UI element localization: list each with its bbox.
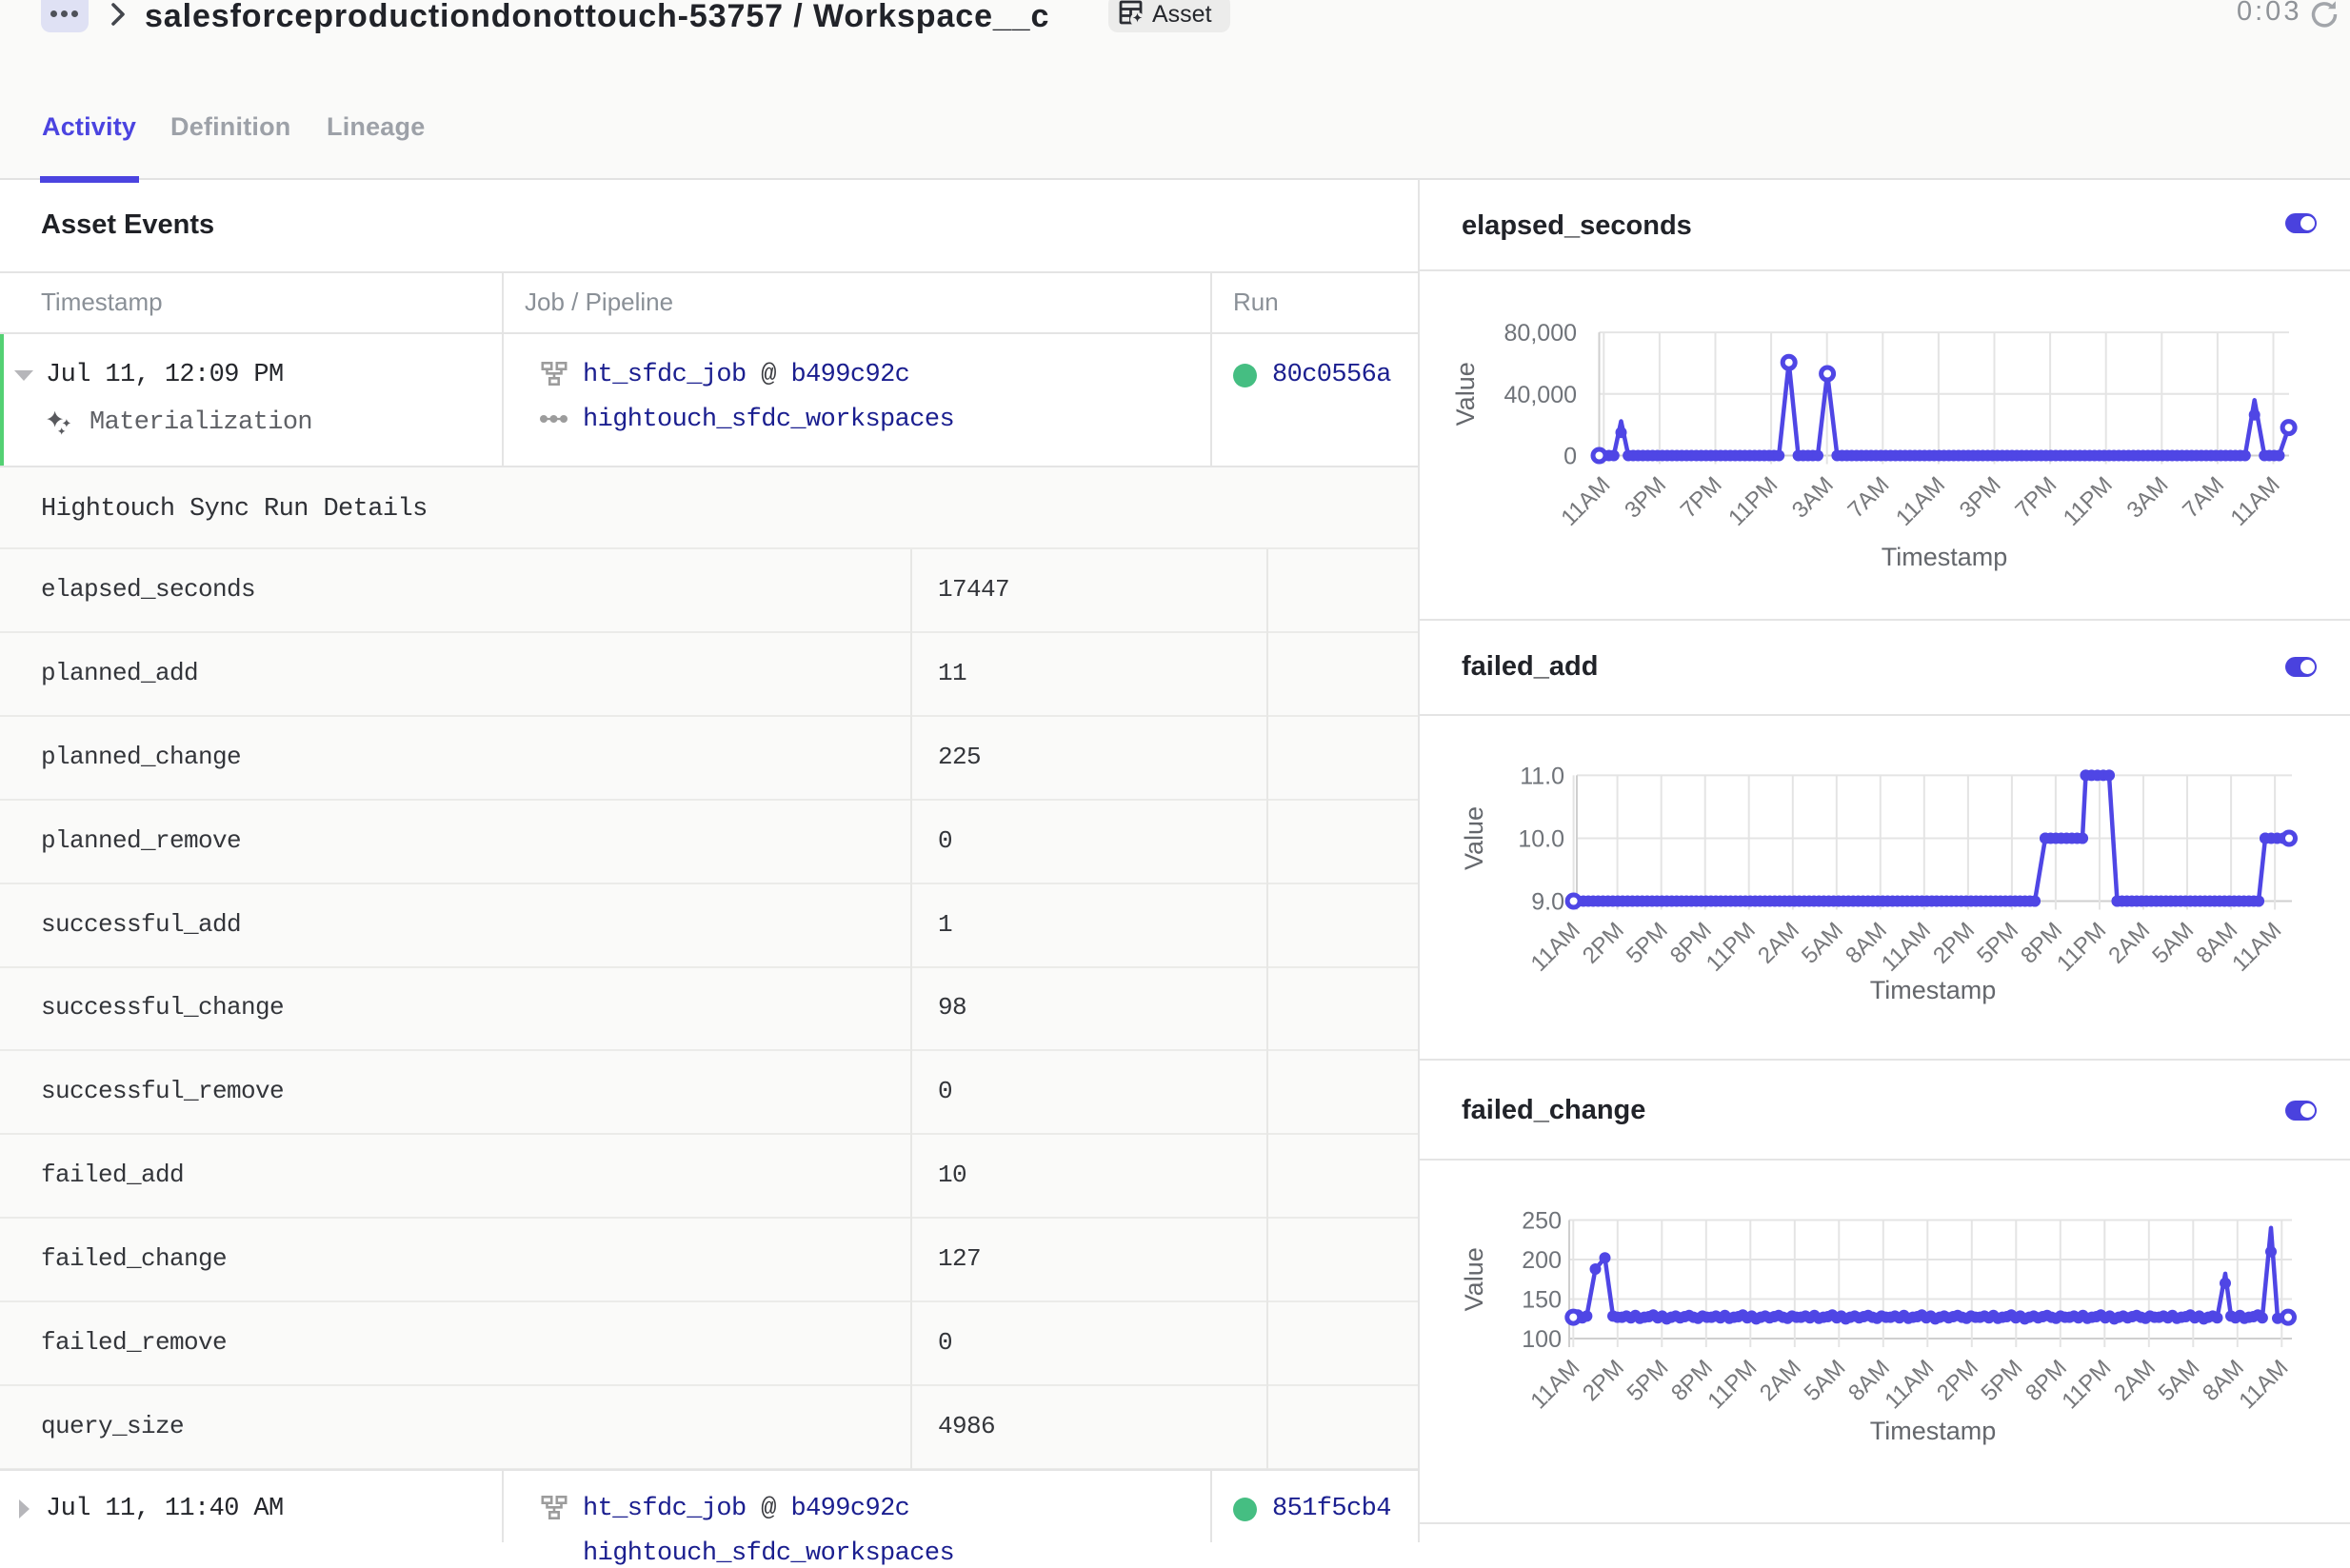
svg-text:Value: Value xyxy=(1460,806,1488,870)
svg-text:2PM: 2PM xyxy=(1932,1355,1983,1406)
svg-text:Value: Value xyxy=(1451,362,1480,426)
svg-text:3PM: 3PM xyxy=(1620,472,1671,524)
svg-text:100: 100 xyxy=(1522,1326,1562,1353)
svg-text:7AM: 7AM xyxy=(1843,472,1895,524)
svg-text:11PM: 11PM xyxy=(1723,472,1782,531)
svg-text:7PM: 7PM xyxy=(2010,472,2061,524)
svg-text:11AM: 11AM xyxy=(1556,472,1615,531)
svg-text:11AM: 11AM xyxy=(1891,472,1950,531)
svg-text:5PM: 5PM xyxy=(1972,918,2023,969)
svg-text:3AM: 3AM xyxy=(2122,472,2174,524)
svg-text:11PM: 11PM xyxy=(2052,918,2111,977)
svg-text:11AM: 11AM xyxy=(1526,918,1585,977)
svg-text:11AM: 11AM xyxy=(2226,472,2285,531)
svg-text:5AM: 5AM xyxy=(2154,1355,2205,1406)
svg-text:2AM: 2AM xyxy=(2109,1355,2161,1406)
svg-text:80,000: 80,000 xyxy=(1504,320,1577,347)
svg-text:11AM: 11AM xyxy=(1880,1355,1939,1414)
svg-text:11PM: 11PM xyxy=(1702,918,1761,977)
svg-text:Value: Value xyxy=(1460,1247,1488,1311)
svg-text:250: 250 xyxy=(1522,1208,1562,1235)
svg-text:Timestamp: Timestamp xyxy=(1870,976,1997,1004)
svg-text:11PM: 11PM xyxy=(2059,472,2118,531)
svg-text:Timestamp: Timestamp xyxy=(1870,1417,1997,1445)
svg-text:11AM: 11AM xyxy=(2234,1355,2293,1414)
svg-text:5AM: 5AM xyxy=(1797,918,1848,969)
svg-text:2PM: 2PM xyxy=(1928,918,1980,969)
svg-text:2PM: 2PM xyxy=(1578,918,1629,969)
svg-text:7PM: 7PM xyxy=(1676,472,1727,524)
svg-text:2PM: 2PM xyxy=(1578,1355,1629,1406)
svg-text:2AM: 2AM xyxy=(1755,1355,1806,1406)
svg-text:9.0: 9.0 xyxy=(1531,889,1564,916)
svg-text:11AM: 11AM xyxy=(1525,1355,1584,1414)
svg-text:2AM: 2AM xyxy=(1753,918,1804,969)
svg-text:10.0: 10.0 xyxy=(1518,826,1564,853)
svg-text:5AM: 5AM xyxy=(1800,1355,1851,1406)
svg-text:0: 0 xyxy=(1563,444,1577,470)
svg-text:11AM: 11AM xyxy=(2227,918,2286,977)
svg-text:5PM: 5PM xyxy=(1623,1355,1674,1406)
svg-text:7AM: 7AM xyxy=(2178,472,2229,524)
svg-text:11AM: 11AM xyxy=(1877,918,1936,977)
svg-text:200: 200 xyxy=(1522,1247,1562,1274)
svg-text:5AM: 5AM xyxy=(2147,918,2199,969)
svg-text:Timestamp: Timestamp xyxy=(1882,543,2008,571)
svg-text:11.0: 11.0 xyxy=(1520,763,1564,789)
svg-text:3PM: 3PM xyxy=(1955,472,2006,524)
svg-text:2AM: 2AM xyxy=(2103,918,2155,969)
svg-text:5PM: 5PM xyxy=(1622,918,1673,969)
svg-text:40,000: 40,000 xyxy=(1504,382,1577,408)
svg-text:3AM: 3AM xyxy=(1787,472,1839,524)
svg-text:11PM: 11PM xyxy=(2057,1355,2116,1414)
svg-text:11PM: 11PM xyxy=(1703,1355,1762,1414)
svg-text:5PM: 5PM xyxy=(1977,1355,2028,1406)
svg-text:150: 150 xyxy=(1522,1287,1562,1314)
